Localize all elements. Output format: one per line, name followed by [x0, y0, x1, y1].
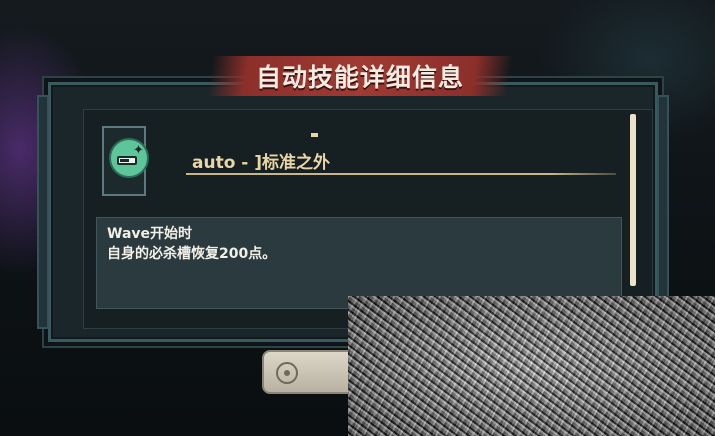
description-line-2: 自身的必杀槽恢复200点。 [107, 246, 277, 262]
scrollbar[interactable] [630, 114, 636, 286]
skill-name-underline [186, 173, 616, 175]
blur-noise-overlay [348, 296, 715, 436]
name-marker [311, 133, 318, 137]
sparkle-icon: ✦ [133, 143, 144, 158]
description-line-1: Wave开始时 [107, 226, 193, 242]
dialog-title: 自动技能详细信息 [255, 63, 464, 92]
skill-name: auto - ]标准之外 [192, 153, 331, 173]
skill-gauge-icon: ✦ [109, 138, 149, 178]
close-icon [276, 362, 298, 384]
